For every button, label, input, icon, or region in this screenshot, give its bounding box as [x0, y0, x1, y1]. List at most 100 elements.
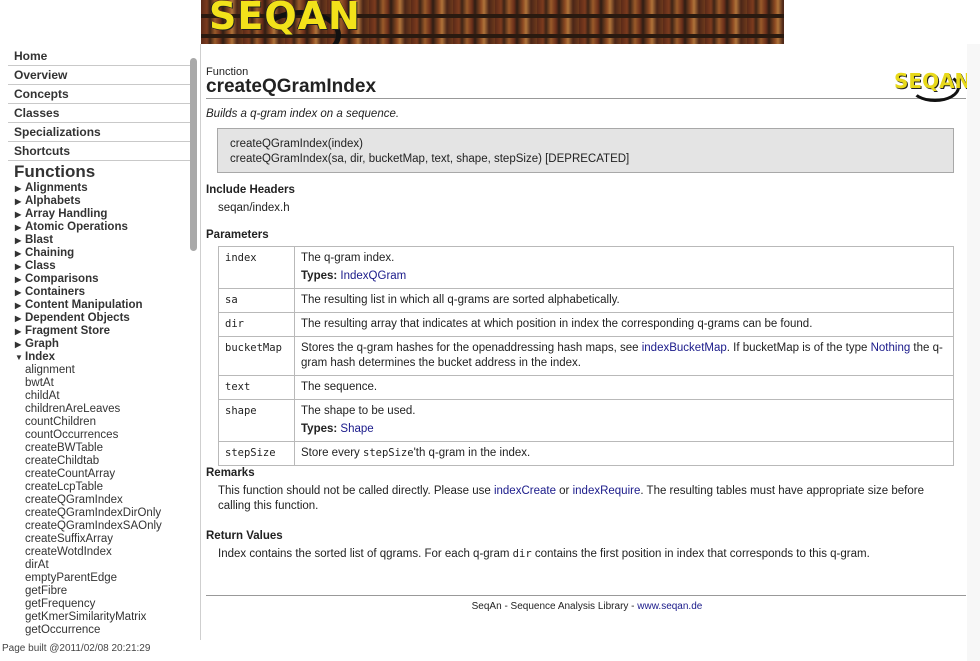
remarks-heading: Remarks [206, 467, 255, 479]
expand-arrow-icon: ▶ [15, 223, 22, 232]
sidebar-nav: Home Overview Concepts Classes Specializ… [0, 47, 190, 161]
indexbucketmap-link[interactable]: indexBucketMap [642, 342, 727, 354]
indexcreate-link[interactable]: indexCreate [494, 485, 556, 497]
function-category[interactable]: ▶ Fragment Store [15, 325, 162, 338]
nav-home[interactable]: Home [8, 47, 190, 66]
function-link[interactable]: createQGramIndexDirOnly [25, 507, 162, 520]
param-name: sa [218, 288, 295, 313]
table-row: shape The shape to be used. Types: Shape [218, 399, 954, 442]
function-link[interactable]: createCountArray [25, 468, 162, 481]
collapse-arrow-icon: ▼ [15, 353, 23, 362]
expand-arrow-icon: ▶ [15, 301, 22, 310]
param-desc: The sequence. [294, 375, 954, 400]
expand-arrow-icon: ▶ [15, 275, 22, 284]
nav-classes[interactable]: Classes [8, 104, 190, 123]
function-link[interactable]: createQGramIndexSAOnly [25, 520, 162, 533]
include-file: seqan/index.h [218, 202, 290, 214]
function-category[interactable]: ▶ Chaining [15, 247, 162, 260]
expand-arrow-icon: ▶ [15, 249, 22, 258]
signature-box: createQGramIndex(index) createQGramIndex… [217, 128, 954, 173]
param-desc: The shape to be used. Types: Shape [294, 399, 954, 442]
expand-arrow-icon: ▶ [15, 327, 22, 336]
param-name: shape [218, 399, 295, 442]
nav-overview[interactable]: Overview [8, 66, 190, 85]
function-link[interactable]: childAt [25, 390, 162, 403]
functions-heading: Functions [14, 162, 96, 181]
expand-arrow-icon: ▶ [15, 262, 22, 271]
table-row: text The sequence. [218, 375, 954, 400]
parameters-heading: Parameters [206, 229, 269, 241]
function-link[interactable]: getFibre [25, 585, 162, 598]
function-link[interactable]: bwtAt [25, 377, 162, 390]
param-desc: Store every stepSize'th q-gram in the in… [294, 441, 954, 466]
param-desc: The q-gram index. Types: IndexQGram [294, 246, 954, 289]
title-divider [206, 98, 966, 99]
signature-line: createQGramIndex(index) [230, 138, 363, 150]
function-category[interactable]: ▶ Comparisons [15, 273, 162, 286]
function-category[interactable]: ▶ Atomic Operations [15, 221, 162, 234]
table-row: dir The resulting array that indicates a… [218, 312, 954, 337]
include-headers-heading: Include Headers [206, 184, 295, 196]
param-name: dir [218, 312, 295, 337]
function-link[interactable]: createWotdIndex [25, 546, 162, 559]
function-category[interactable]: ▶ Dependent Objects [15, 312, 162, 325]
return-values-heading: Return Values [206, 530, 283, 542]
type-link[interactable]: IndexQGram [340, 270, 406, 282]
param-desc: The resulting list in which all q-grams … [294, 288, 954, 313]
table-row: sa The resulting list in which all q-gra… [218, 288, 954, 313]
param-name: text [218, 375, 295, 400]
function-category[interactable]: ▶ Content Manipulation [15, 299, 162, 312]
remarks-text: This function should not be called direc… [218, 485, 924, 512]
type-link[interactable]: Shape [340, 423, 373, 435]
param-name: stepSize [218, 441, 295, 466]
return-values-text: Index contains the sorted list of qgrams… [218, 548, 870, 560]
function-link[interactable]: createBWTable [25, 442, 162, 455]
nav-concepts[interactable]: Concepts [8, 85, 190, 104]
indexrequire-link[interactable]: indexRequire [573, 485, 641, 497]
function-link[interactable]: countOccurrences [25, 429, 162, 442]
nav-specializations[interactable]: Specializations [8, 123, 190, 142]
function-category[interactable]: ▶ Containers [15, 286, 162, 299]
function-link[interactable]: alignment [25, 364, 162, 377]
function-category-expanded[interactable]: ▼ Index [15, 351, 162, 364]
seqan-website-link[interactable]: www.seqan.de [637, 601, 702, 612]
sidebar-scrollbar-thumb[interactable] [190, 58, 197, 251]
expand-arrow-icon: ▶ [15, 197, 22, 206]
function-link[interactable]: emptyParentEdge [25, 572, 162, 585]
expand-arrow-icon: ▶ [15, 340, 22, 349]
expand-arrow-icon: ▶ [15, 314, 22, 323]
function-link[interactable]: getKmerSimilarityMatrix [25, 611, 162, 624]
parameters-table: index The q-gram index. Types: IndexQGra… [218, 246, 954, 466]
sidebar: Home Overview Concepts Classes Specializ… [0, 44, 201, 640]
page-built-timestamp: Page built @2011/02/08 20:21:29 [2, 643, 151, 654]
function-category[interactable]: ▶ Alignments [15, 182, 162, 195]
expand-arrow-icon: ▶ [15, 210, 22, 219]
function-category[interactable]: ▶ Class [15, 260, 162, 273]
footer-divider [206, 595, 966, 596]
function-category[interactable]: ▶ Blast [15, 234, 162, 247]
banner-logo: SEQAN [209, 0, 361, 38]
function-link[interactable]: countChildren [25, 416, 162, 429]
param-name: index [218, 246, 295, 289]
function-link[interactable]: getFrequency [25, 598, 162, 611]
nav-shortcuts[interactable]: Shortcuts [8, 142, 190, 161]
function-link[interactable]: createChildtab [25, 455, 162, 468]
function-link[interactable]: getOccurrence [25, 624, 162, 637]
function-category[interactable]: ▶ Array Handling [15, 208, 162, 221]
table-row: index The q-gram index. Types: IndexQGra… [218, 246, 954, 289]
page-scrollbar-track[interactable] [967, 44, 980, 661]
function-brief: Builds a q-gram index on a sequence. [206, 108, 400, 120]
table-row: stepSize Store every stepSize'th q-gram … [218, 441, 954, 466]
param-desc: Stores the q-gram hashes for the openadd… [294, 336, 954, 376]
function-link[interactable]: createQGramIndex [25, 494, 162, 507]
page-title: createQGramIndex [206, 76, 377, 97]
function-category[interactable]: ▶ Graph [15, 338, 162, 351]
banner-image: SEQAN [201, 0, 784, 44]
function-link[interactable]: childrenAreLeaves [25, 403, 162, 416]
seqan-logo[interactable]: SEQAN [892, 66, 971, 102]
function-link[interactable]: createLcpTable [25, 481, 162, 494]
function-category[interactable]: ▶ Alphabets [15, 195, 162, 208]
function-link[interactable]: createSuffixArray [25, 533, 162, 546]
nothing-link[interactable]: Nothing [871, 342, 911, 354]
function-link[interactable]: dirAt [25, 559, 162, 572]
